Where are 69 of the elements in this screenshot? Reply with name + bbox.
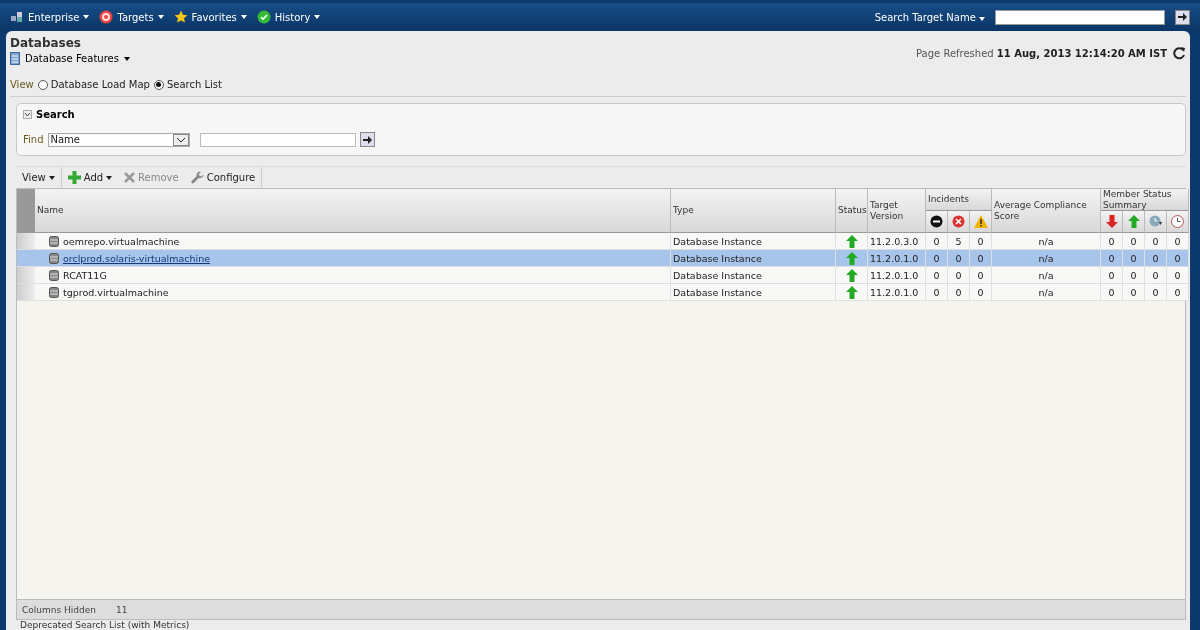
table-cell: 0: [1108, 269, 1115, 281]
table-cell: n/a: [1038, 252, 1054, 264]
table-cell: 0: [1130, 269, 1137, 281]
column-header: Member Status Summary: [1101, 189, 1189, 211]
table-cell: 0: [1108, 286, 1115, 298]
table-cell: 0: [1152, 286, 1159, 298]
table-cell: n/a: [1038, 269, 1054, 281]
table-cell: 0: [955, 269, 962, 281]
table-cell: 0: [1174, 286, 1181, 298]
column-header[interactable]: Name: [35, 189, 671, 233]
nav-menu[interactable]: Targets: [99, 10, 164, 24]
table-cell: 0: [933, 269, 940, 281]
table-cell: 5: [955, 235, 962, 247]
target-link[interactable]: RCAT11G: [63, 269, 107, 281]
table-cell: 11.2.0.1.0: [870, 269, 919, 281]
footer-value: 11: [115, 604, 128, 615]
target-link[interactable]: oemrepo.virtualmachine: [63, 235, 180, 247]
search-type-menu[interactable]: Search Target Name: [874, 11, 985, 23]
table-cell: n/a: [1038, 235, 1054, 247]
table-cell: 0: [977, 235, 984, 247]
table-cell: 11.2.0.1.0: [870, 286, 919, 298]
table-cell: 0: [955, 286, 962, 298]
find-dropdown[interactable]: Name: [47, 132, 190, 147]
table-cell: 0: [933, 252, 940, 264]
table-cell: Database Instance: [673, 252, 762, 264]
radio-label: Search List: [166, 79, 222, 90]
nav-menu[interactable]: Enterprise: [10, 11, 90, 23]
table-cell: 0: [977, 286, 984, 298]
table-cell: 0: [977, 269, 984, 281]
nav-menu[interactable]: History: [256, 10, 321, 24]
table-cell: Database Instance: [673, 235, 762, 247]
table-cell: 0: [1152, 235, 1159, 247]
column-header[interactable]: Status: [836, 189, 868, 233]
table-cell: 0: [1174, 235, 1181, 247]
column-header[interactable]: Target Version: [868, 189, 926, 233]
view-label: View: [10, 79, 34, 90]
radio-label: Database Load Map: [50, 79, 150, 90]
target-link[interactable]: tgprod.virtualmachine: [63, 286, 169, 298]
table-cell: 0: [1174, 252, 1181, 264]
table-cell: 0: [1174, 269, 1181, 281]
features-menu[interactable]: Database Features: [10, 50, 130, 65]
page-title: Databases: [10, 36, 82, 50]
table-cell: Database Instance: [673, 286, 762, 298]
table-cell: 0: [955, 252, 962, 264]
table-cell: Database Instance: [673, 269, 762, 281]
column-header[interactable]: Average Compliance Score: [992, 189, 1101, 233]
table-cell: 0: [1152, 252, 1159, 264]
table-cell: 0: [977, 252, 984, 264]
table-cell: 11.2.0.1.0: [870, 252, 919, 264]
find-label: Find: [23, 134, 44, 145]
table-cell: 0: [933, 286, 940, 298]
table-cell: 11.2.0.3.0: [870, 235, 919, 247]
table-cell: 0: [933, 235, 940, 247]
target-link[interactable]: orclprod.solaris-virtualmachine: [63, 252, 211, 264]
table-cell: 0: [1130, 235, 1137, 247]
nav-menu[interactable]: Favorites: [173, 10, 247, 24]
column-header[interactable]: Type: [671, 189, 836, 233]
toolbar-button[interactable]: Add: [61, 167, 119, 188]
table-cell: 0: [1130, 252, 1137, 264]
column-header: Incidents: [926, 189, 992, 211]
table-cell: n/a: [1038, 286, 1054, 298]
table-cell: 0: [1130, 286, 1137, 298]
caption: Deprecated Search List (with Metrics): [19, 620, 191, 630]
table-cell: 0: [1152, 269, 1159, 281]
table-cell: 0: [1108, 252, 1115, 264]
footer-label: Columns Hidden: [22, 604, 96, 615]
search-toggle[interactable]: Search: [23, 109, 75, 120]
refresh-status: Page Refreshed 11 Aug, 2013 12:14:20 AM IST: [916, 48, 1167, 59]
table-cell: 0: [1108, 235, 1115, 247]
